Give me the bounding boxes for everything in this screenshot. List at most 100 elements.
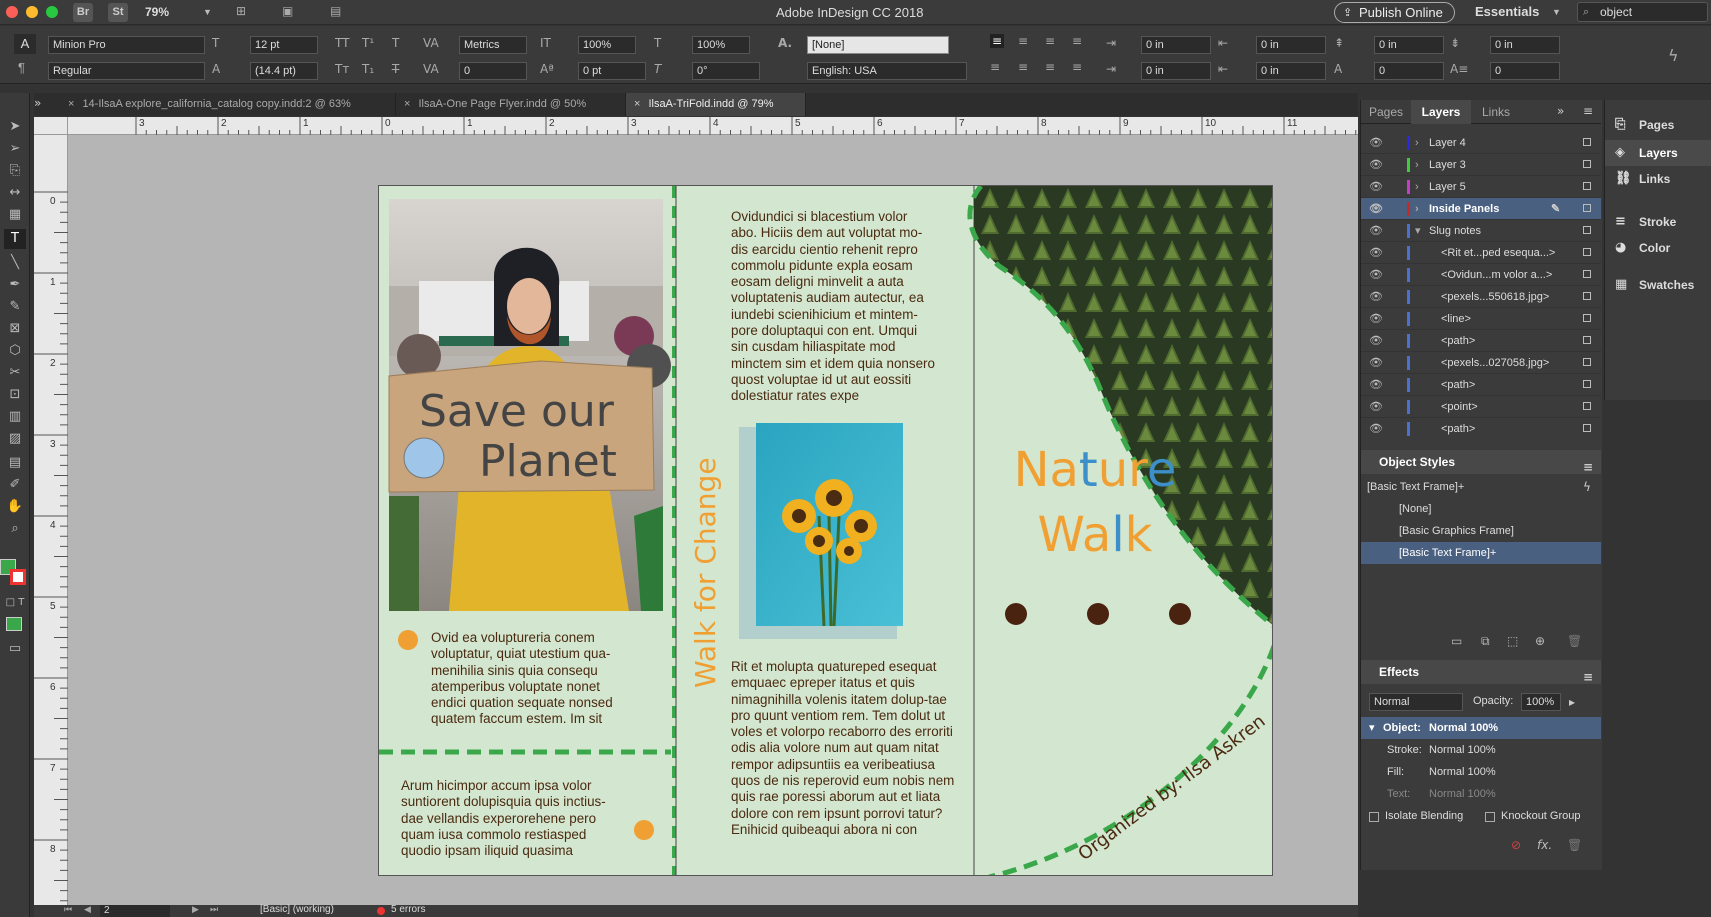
clear-attributes-icon[interactable]: ⬚ xyxy=(1507,634,1518,648)
expand-layer-icon[interactable]: › xyxy=(1415,176,1419,198)
protest-photo[interactable]: Save our Planet xyxy=(388,199,671,611)
knockout-group-checkbox[interactable] xyxy=(1485,812,1495,822)
dock-links[interactable]: ⛓ Links xyxy=(1605,166,1711,192)
layer-row[interactable]: 👁 › Inside Panels ✎ xyxy=(1361,198,1601,220)
layer-selection-square[interactable] xyxy=(1583,424,1591,432)
layer-selection-square[interactable] xyxy=(1583,292,1591,300)
fx-icon[interactable]: fx. xyxy=(1537,838,1552,852)
layer-row[interactable]: 👁 › Layer 4 xyxy=(1361,132,1601,154)
trifold-page[interactable]: Save our Planet Nature Walk Organized by… xyxy=(378,185,1273,876)
justify-icon[interactable]: ≡ xyxy=(1072,34,1082,48)
align-left-icon[interactable]: ≡ xyxy=(990,34,1005,48)
object-style-basic-text[interactable]: [Basic Text Frame]+ xyxy=(1361,542,1601,564)
forest-photo[interactable] xyxy=(974,186,1273,646)
effects-stroke-row[interactable]: Stroke: Normal 100% xyxy=(1361,739,1601,761)
layer-selection-square[interactable] xyxy=(1583,314,1591,322)
underline-icon[interactable]: T xyxy=(392,36,399,50)
close-tab-icon[interactable]: × xyxy=(68,98,74,110)
visibility-eye-icon[interactable]: 👁 xyxy=(1369,154,1383,176)
stroke-swatch[interactable] xyxy=(10,569,26,585)
dock-pages[interactable]: ⎘ Pages xyxy=(1605,112,1711,138)
drop-cap-lines-field[interactable]: 0 xyxy=(1374,62,1444,80)
layer-row[interactable]: 👁 <pexels...027058.jpg> xyxy=(1361,352,1601,374)
subscript-icon[interactable]: T₁ xyxy=(362,62,374,76)
dock-layers[interactable]: ◈ Layers xyxy=(1605,140,1711,166)
last-page-icon[interactable]: ⏭ xyxy=(210,904,218,915)
visibility-eye-icon[interactable]: 👁 xyxy=(1369,132,1383,154)
panel2-text1[interactable]: Ovidundici si blacestium volor abo. Hici… xyxy=(731,209,936,405)
visibility-eye-icon[interactable]: 👁 xyxy=(1369,330,1383,352)
language-field[interactable]: English: USA xyxy=(807,62,967,80)
zoom-tool-icon[interactable]: ⌕ xyxy=(4,519,26,539)
visibility-eye-icon[interactable]: 👁 xyxy=(1369,220,1383,242)
free-transform-tool-icon[interactable]: ⊡ xyxy=(4,385,26,405)
panel-menu-icon[interactable]: ≡ xyxy=(1583,104,1593,118)
tab-one-page-flyer[interactable]: × IlsaA-One Page Flyer.indd @ 50% xyxy=(396,93,626,116)
visibility-eye-icon[interactable]: 👁 xyxy=(1369,198,1383,220)
strikethrough-icon[interactable]: T̶ xyxy=(392,62,399,76)
font-family-field[interactable]: Minion Pro xyxy=(48,36,205,54)
bridge-button[interactable]: Br xyxy=(73,3,93,22)
visibility-eye-icon[interactable]: 👁 xyxy=(1369,264,1383,286)
justify-center-icon[interactable]: ≡ xyxy=(1018,60,1028,74)
horizontal-ruler[interactable]: 3 2 1 0 1 2 3 4 5 6 7 8 9 10 11 xyxy=(68,117,1358,135)
layer-row[interactable]: 👁 › Layer 5 xyxy=(1361,176,1601,198)
zoom-level[interactable]: 79% xyxy=(145,5,169,19)
visibility-eye-icon[interactable]: 👁 xyxy=(1369,418,1383,436)
layer-row[interactable]: 👁 › Layer 3 xyxy=(1361,154,1601,176)
all-caps-icon[interactable]: TT xyxy=(335,36,349,50)
prev-page-icon[interactable]: ◀ xyxy=(84,904,91,915)
layer-row[interactable]: 👁 <pexels...550618.jpg> xyxy=(1361,286,1601,308)
content-collector-icon[interactable]: ▦ xyxy=(4,205,26,225)
lower-curved-dashed-line[interactable] xyxy=(988,645,1273,876)
panel1-text1[interactable]: Ovid ea voluptureria conem voluptatur, q… xyxy=(431,630,631,728)
preflight-profile[interactable]: [Basic] (working) xyxy=(260,904,334,915)
style-quick-apply-icon[interactable]: ϟ xyxy=(1583,480,1591,494)
layer-selection-square[interactable] xyxy=(1583,380,1591,388)
layer-selection-square[interactable] xyxy=(1583,336,1591,344)
first-line-indent-field[interactable]: 0 in xyxy=(1141,62,1211,80)
layer-row[interactable]: 👁 ▾ Slug notes xyxy=(1361,220,1601,242)
tab-pages[interactable]: Pages xyxy=(1361,100,1411,124)
layer-row[interactable]: 👁 <Rit et...ped esequa...> xyxy=(1361,242,1601,264)
font-size-field[interactable]: 12 pt xyxy=(250,36,318,54)
superscript-icon[interactable]: T¹ xyxy=(362,36,374,50)
layer-selection-square[interactable] xyxy=(1583,226,1591,234)
justify-all-icon[interactable]: ≡ xyxy=(1072,60,1082,74)
layer-row[interactable]: 👁 <line> xyxy=(1361,308,1601,330)
visibility-eye-icon[interactable]: 👁 xyxy=(1369,374,1383,396)
vertical-scale-field[interactable]: 100% xyxy=(578,36,636,54)
preflight-errors[interactable]: 5 errors xyxy=(391,904,425,915)
panel2-text2[interactable]: Rit et molupta quatureped esequat emquae… xyxy=(731,659,956,838)
skew-field[interactable]: 0° xyxy=(692,62,760,80)
search-input[interactable]: object xyxy=(1600,5,1632,19)
opacity-field[interactable]: 100% xyxy=(1521,693,1561,711)
isolate-blending-checkbox[interactable] xyxy=(1369,812,1379,822)
type-tool-icon[interactable]: T xyxy=(4,229,26,249)
note-tool-icon[interactable]: ▤ xyxy=(4,453,26,473)
view-options-icon[interactable]: ⊞ xyxy=(236,4,246,18)
vertical-ruler[interactable]: 0 1 2 3 4 5 6 7 8 xyxy=(34,135,68,912)
gap-tool-icon[interactable]: ↔ xyxy=(4,183,26,203)
visibility-eye-icon[interactable]: 👁 xyxy=(1369,242,1383,264)
baseline-shift-field[interactable]: 0 pt xyxy=(578,62,646,80)
dock-stroke[interactable]: ≡ Stroke xyxy=(1605,209,1711,235)
gradient-feather-icon[interactable]: ▨ xyxy=(4,429,26,449)
clear-effects-icon[interactable]: ⊘ xyxy=(1511,838,1521,852)
visibility-eye-icon[interactable]: 👁 xyxy=(1369,308,1383,330)
layer-selection-square[interactable] xyxy=(1583,204,1591,212)
effects-menu-icon[interactable]: ≡ xyxy=(1583,665,1593,689)
dock-color[interactable]: ◕ Color xyxy=(1605,235,1711,261)
effects-header[interactable]: Effects ≡ xyxy=(1361,660,1601,684)
space-before-field[interactable]: 0 in xyxy=(1374,36,1444,54)
expand-layer-icon[interactable]: › xyxy=(1415,154,1419,176)
character-style-field[interactable]: [None] xyxy=(807,36,949,54)
last-line-indent-field[interactable]: 0 in xyxy=(1256,62,1326,80)
expand-layer-icon[interactable]: › xyxy=(1415,132,1419,154)
collapse-panel-icon[interactable]: » xyxy=(1557,104,1564,118)
page-number-field[interactable]: 2 xyxy=(100,905,170,917)
workspace-switcher[interactable]: Essentials xyxy=(1475,4,1539,19)
object-style-none[interactable]: [None] xyxy=(1361,498,1601,520)
tab-links[interactable]: Links xyxy=(1471,100,1521,124)
maximize-window-button[interactable] xyxy=(46,6,58,18)
